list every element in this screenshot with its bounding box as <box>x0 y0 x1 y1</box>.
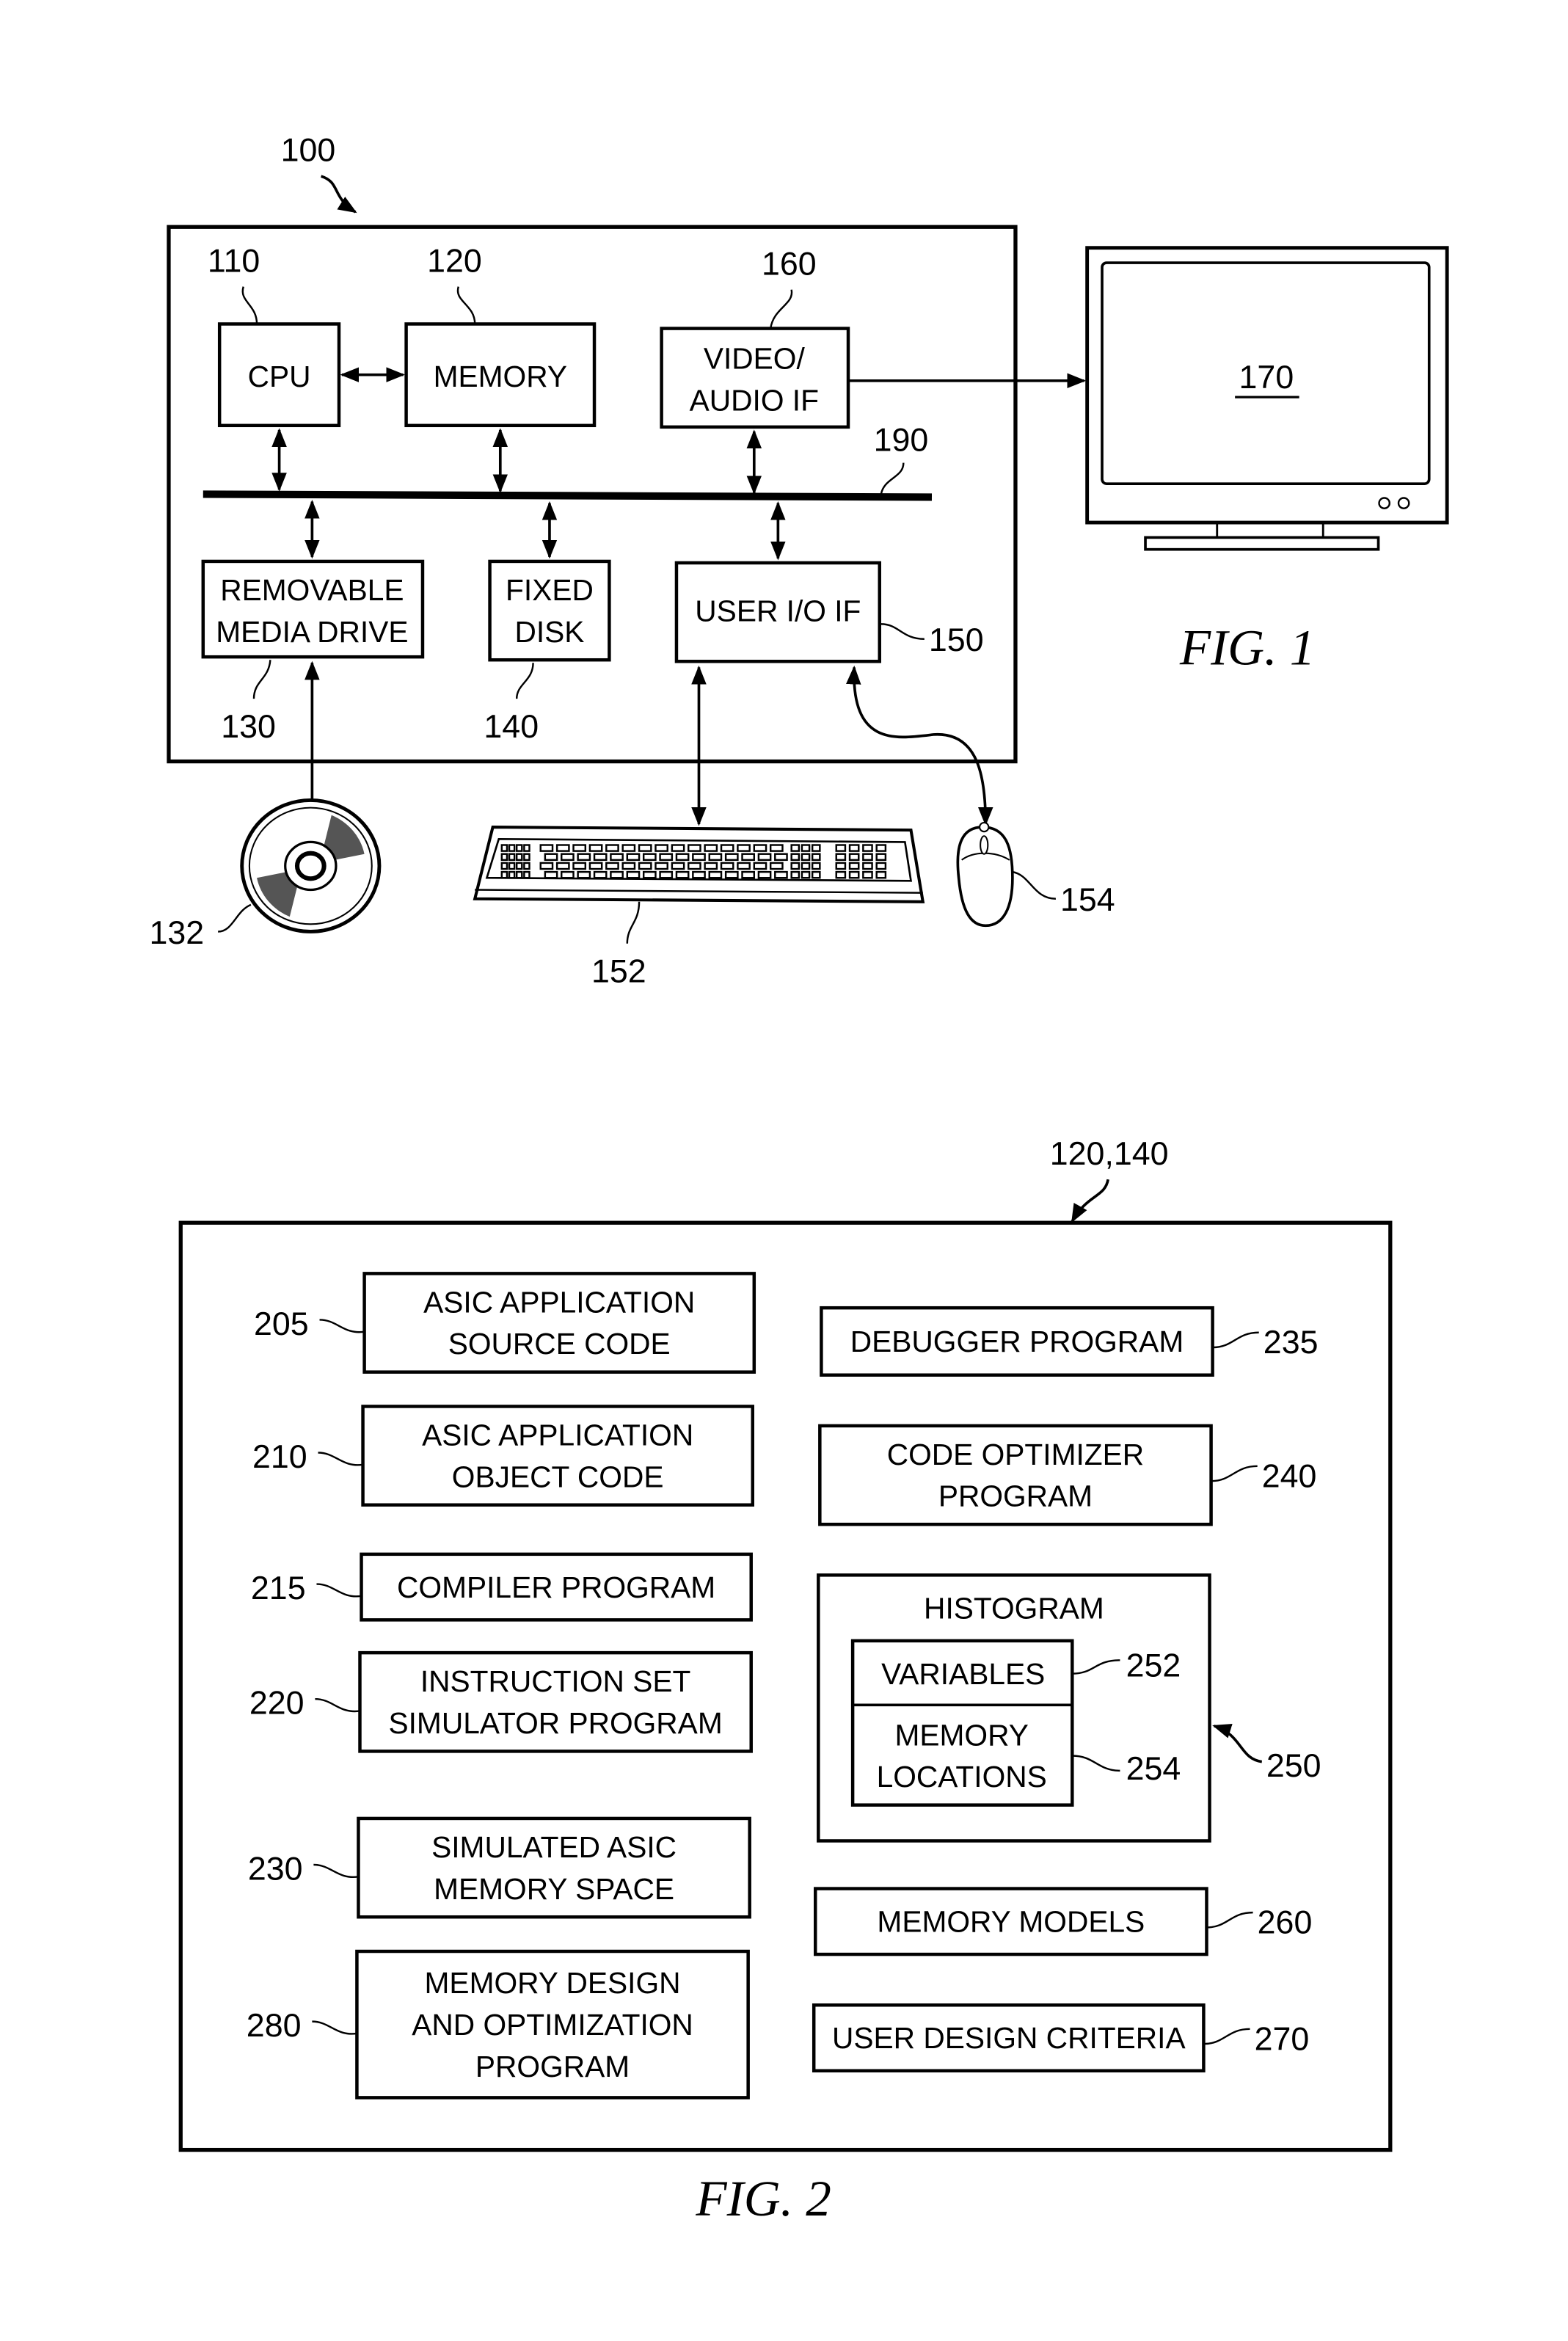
container-leader-arrow <box>1071 1179 1109 1223</box>
user-io-label: USER I/O IF <box>695 594 861 627</box>
block-ref-label: 235 <box>1263 1324 1319 1361</box>
variables-ref-label: 252 <box>1126 1648 1181 1684</box>
cpu-block: CPU 110 <box>208 242 341 428</box>
cpu-ref-label: 110 <box>208 242 260 279</box>
mouse-ref-label: 154 <box>1060 881 1115 918</box>
block-leader <box>315 1697 360 1713</box>
removable-label-line2: MEDIA DRIVE <box>216 615 408 649</box>
histogram-memory-locations-line2: LOCATIONS <box>877 1760 1047 1794</box>
fig1: 100 190 CPU 110 MEMORY 120 VIDEO/ AUDIO … <box>150 132 1449 990</box>
mouse-io-cable <box>846 665 993 826</box>
optical-disc-icon <box>240 798 382 933</box>
block-label-line: SOURCE CODE <box>448 1327 671 1361</box>
block-leader <box>312 2020 357 2035</box>
block-210: ASIC APPLICATION OBJECT CODE 210 <box>252 1405 754 1507</box>
block-230: SIMULATED ASIC MEMORY SPACE 230 <box>248 1816 751 1919</box>
block-label-line: PROGRAM <box>475 2050 630 2083</box>
fig2: 120,140 ASIC APPLICATIONSOURCE CODE205AS… <box>178 1135 1393 2227</box>
block-leader <box>1206 1911 1253 1929</box>
monitor-ref-label: 170 <box>1239 359 1294 396</box>
block-leader <box>1211 1465 1258 1482</box>
block-label-line: CODE OPTIMIZER <box>887 1438 1144 1471</box>
fixed-disk-label-line2: DISK <box>514 615 584 649</box>
block-270: USER DESIGN CRITERIA 270 <box>812 2003 1310 2073</box>
block-ref-label: 230 <box>248 1850 303 1887</box>
block-205: ASIC APPLICATION SOURCE CODE 205 <box>254 1272 756 1374</box>
histogram-variables-label: VARIABLES <box>881 1657 1045 1691</box>
block-leader <box>313 1863 359 1879</box>
removable-ref-label: 130 <box>221 708 276 745</box>
block-label-line: MEMORY DESIGN <box>425 1966 681 2000</box>
histogram-ref-label: 250 <box>1266 1747 1321 1784</box>
block-label-line: AND OPTIMIZATION <box>412 2008 693 2042</box>
block-280: MEMORY DESIGN AND OPTIMIZATION PROGRAM 280 <box>247 1949 750 2100</box>
fixed-disk-label-line1: FIXED <box>506 573 594 607</box>
removable-label-line1: REMOVABLE <box>220 573 404 607</box>
block-leader <box>1212 1331 1259 1349</box>
system-ref-label: 100 <box>281 132 336 169</box>
block-leader <box>316 1583 362 1598</box>
keyboard-ref-label: 152 <box>591 953 646 990</box>
cpu-label: CPU <box>248 360 311 393</box>
block-leader <box>1203 2028 1250 2045</box>
block-215: COMPILER PROGRAM 215 <box>251 1552 753 1622</box>
block-label-line: SIMULATED ASIC <box>431 1830 677 1864</box>
keyboard-leader <box>626 901 641 944</box>
block-label-line: COMPILER PROGRAM <box>397 1570 715 1604</box>
block-ref-label: 210 <box>252 1438 307 1475</box>
block-leader <box>318 1452 363 1466</box>
histogram-title: HISTOGRAM <box>924 1591 1104 1625</box>
block-ref-label: 215 <box>251 1570 306 1606</box>
video-audio-if-block: VIDEO/ AUDIO IF 160 <box>660 245 850 429</box>
block-ref-label: 205 <box>254 1306 309 1342</box>
keyboard-icon <box>473 826 925 903</box>
block-label-line: SIMULATOR PROGRAM <box>388 1706 722 1740</box>
patent-drawing-sheet: 100 190 CPU 110 MEMORY 120 VIDEO/ AUDIO … <box>150 132 1449 2227</box>
block-label-line: ASIC APPLICATION <box>422 1418 693 1452</box>
block-235: DEBUGGER PROGRAM 235 <box>820 1306 1319 1377</box>
block-label-line: ASIC APPLICATION <box>423 1285 695 1319</box>
system-leader-arrow <box>320 175 357 214</box>
fig2-caption: FIG. 2 <box>695 2170 831 2227</box>
block-240: CODE OPTIMIZER PROGRAM 240 <box>818 1424 1317 1526</box>
block-label-line: MEMORY SPACE <box>434 1872 674 1906</box>
memory-label: MEMORY <box>434 360 567 393</box>
video-label-line1: VIDEO/ <box>704 342 806 376</box>
block-260: MEMORY MODELS 260 <box>814 1887 1313 1956</box>
disc-leader <box>218 903 252 933</box>
block-ref-label: 240 <box>1262 1457 1317 1494</box>
histogram-block: HISTOGRAM VARIABLES MEMORY LOCATIONS 252… <box>817 1573 1321 1843</box>
memory-ref-label: 120 <box>427 242 482 279</box>
container-ref-label: 120,140 <box>1050 1135 1169 1172</box>
monitor-icon <box>1085 246 1449 551</box>
block-ref-label: 280 <box>247 2007 302 2044</box>
block-ref-label: 270 <box>1255 2020 1310 2057</box>
system-bus <box>203 490 933 501</box>
histogram-memory-locations-line1: MEMORY <box>894 1718 1028 1752</box>
block-label-line: USER DESIGN CRITERIA <box>832 2021 1186 2055</box>
block-220: INSTRUCTION SET SIMULATOR PROGRAM 220 <box>249 1650 753 1753</box>
video-label-line2: AUDIO IF <box>690 383 819 417</box>
fig1-caption: FIG. 1 <box>1179 619 1315 675</box>
fixed-disk-ref-label: 140 <box>484 708 539 745</box>
disc-ref-label: 132 <box>150 914 205 951</box>
memory-block: MEMORY 120 <box>404 242 597 428</box>
bus-ref-label: 190 <box>874 421 929 458</box>
video-ref-label: 160 <box>762 245 817 282</box>
mouse-icon <box>956 821 1014 928</box>
user-io-ref-label: 150 <box>929 622 984 658</box>
user-io-if-block: USER I/O IF 150 <box>674 561 984 663</box>
block-label-line: INSTRUCTION SET <box>420 1664 691 1698</box>
bus-leader <box>880 462 905 495</box>
block-ref-label: 260 <box>1258 1904 1313 1941</box>
mouse-leader <box>1012 870 1056 900</box>
memory-locations-ref-label: 254 <box>1126 1750 1181 1787</box>
block-label-line: MEMORY MODELS <box>877 1905 1145 1939</box>
block-label-line: OBJECT CODE <box>452 1460 664 1493</box>
block-leader <box>319 1319 365 1333</box>
block-label-line: PROGRAM <box>938 1479 1093 1513</box>
block-ref-label: 220 <box>249 1685 305 1722</box>
block-label-line: DEBUGGER PROGRAM <box>850 1325 1184 1358</box>
fixed-disk-block: FIXED DISK 140 <box>484 559 611 745</box>
